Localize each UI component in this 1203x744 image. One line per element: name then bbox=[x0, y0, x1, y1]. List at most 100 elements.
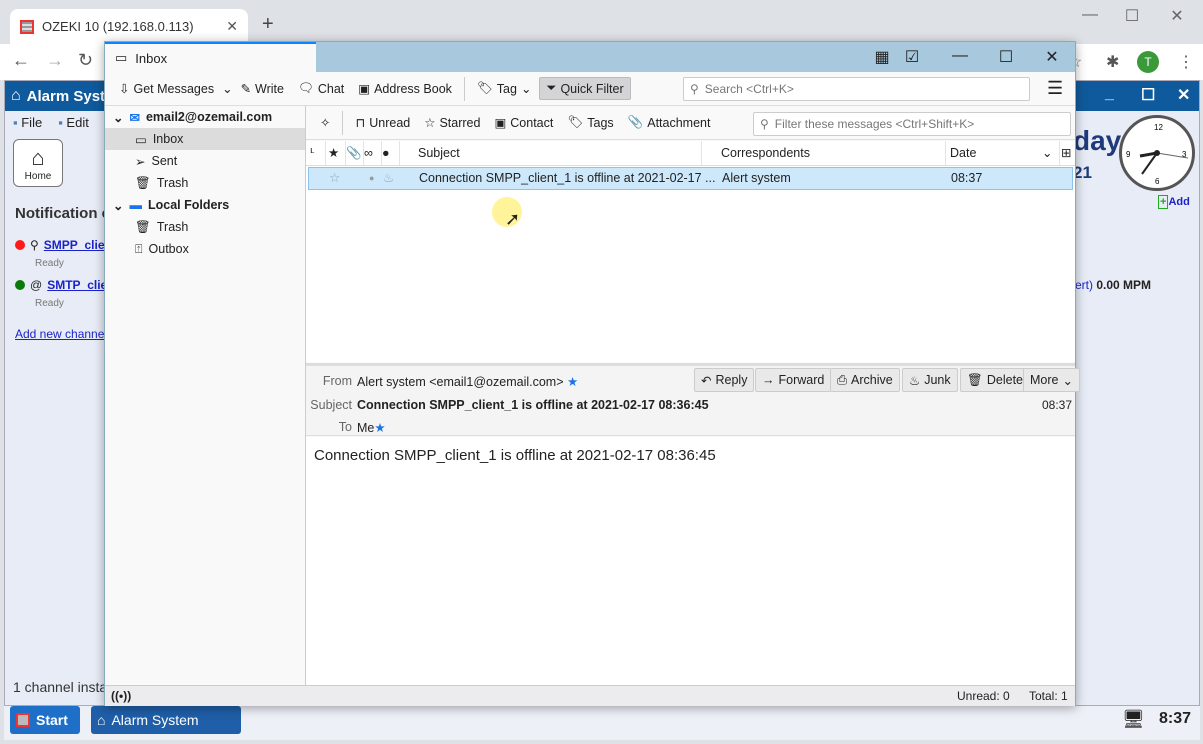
browser-minimize-button[interactable]: — bbox=[1078, 6, 1102, 24]
pin-icon: ✧ bbox=[320, 116, 331, 130]
menu-edit[interactable]: Edit bbox=[58, 115, 88, 130]
envelope-icon: ✉ bbox=[129, 110, 140, 125]
back-button[interactable]: ← bbox=[12, 50, 30, 71]
ozeki-maximize-button[interactable]: ☐ bbox=[1141, 85, 1155, 105]
browser-close-button[interactable]: ✕ bbox=[1165, 6, 1189, 26]
browser-maximize-button[interactable]: ☐ bbox=[1120, 6, 1144, 26]
svg-text:9: 9 bbox=[1126, 150, 1131, 159]
reply-button[interactable]: ↶ Reply bbox=[694, 368, 755, 392]
folder-icon: ▬ bbox=[129, 198, 142, 212]
filter-unread-button[interactable]: ⊓ Unread bbox=[349, 112, 416, 133]
more-button[interactable]: More ⌄ bbox=[1023, 368, 1080, 392]
extensions-icon[interactable]: ✱ bbox=[1106, 52, 1119, 72]
attachment-column-icon[interactable]: 📎 bbox=[346, 141, 364, 165]
get-messages-button[interactable]: ⇩ Get Messages bbox=[113, 78, 220, 99]
folder-inbox[interactable]: ▭ Inbox bbox=[105, 128, 305, 150]
folder-outbox[interactable]: ⍐ Outbox bbox=[105, 238, 305, 260]
write-button[interactable]: ✎ Write bbox=[235, 78, 290, 99]
ozeki-close-button[interactable]: ✕ bbox=[1177, 85, 1190, 105]
online-status-icon[interactable]: ((•)) bbox=[111, 689, 131, 703]
tag-button[interactable]: 🏷 Tag ⌄ bbox=[471, 78, 538, 99]
star-icon: ☆ bbox=[424, 116, 436, 130]
browser-menu-icon[interactable]: ⋮ bbox=[1178, 52, 1194, 72]
from-value[interactable]: Alert system <email1@ozemail.com> ★ bbox=[357, 374, 578, 389]
message-subject: Connection SMPP_client_1 is offline at 2… bbox=[419, 171, 716, 185]
read-column-icon[interactable]: ∞ bbox=[364, 141, 382, 165]
filter-tags-button[interactable]: 🏷 Tags bbox=[561, 112, 619, 133]
column-picker-icon[interactable]: ⊞ bbox=[1061, 141, 1071, 165]
starred-column-icon[interactable]: ★ bbox=[328, 141, 346, 165]
get-messages-dropdown-icon[interactable]: ⌄ bbox=[222, 81, 232, 96]
menu-file[interactable]: File bbox=[13, 115, 42, 130]
junk-column-icon[interactable]: ● bbox=[382, 141, 400, 165]
sticky-filter-button[interactable]: ✧ bbox=[314, 112, 336, 133]
subject-column-header[interactable]: Subject bbox=[418, 141, 702, 165]
filter-separator bbox=[342, 110, 344, 135]
tb-minimize-button[interactable]: — bbox=[948, 47, 972, 65]
new-tab-button[interactable]: + bbox=[262, 13, 274, 36]
filter-attachment-button[interactable]: 📎 Attachment bbox=[622, 112, 717, 133]
start-button[interactable]: Start bbox=[10, 706, 80, 734]
browser-tab-title: OZEKI 10 (192.168.0.113) bbox=[42, 19, 194, 34]
to-value[interactable]: Me★ bbox=[357, 420, 386, 435]
message-correspondent: Alert system bbox=[722, 171, 791, 185]
message-row[interactable]: ☆ ● ♨ Connection SMPP_client_1 is offlin… bbox=[308, 167, 1073, 190]
delete-button[interactable]: 🗑 Delete bbox=[960, 368, 1031, 392]
profile-avatar[interactable]: T bbox=[1137, 51, 1159, 73]
message-header-pane: From Alert system <email1@ozemail.com> ★… bbox=[306, 363, 1080, 436]
account-email2[interactable]: ⌄ ✉ email2@ozemail.com bbox=[105, 106, 305, 128]
tab-inbox-label: Inbox bbox=[135, 50, 168, 66]
inbox-icon: ▭ bbox=[135, 132, 147, 147]
weekday-text: day bbox=[1073, 125, 1122, 156]
folder-trash[interactable]: 🗑 Trash bbox=[105, 172, 305, 194]
message-date: 08:37 bbox=[951, 171, 983, 185]
tb-close-button[interactable]: ✕ bbox=[1040, 47, 1064, 67]
thunderbird-window: ▭ Inbox ▦ ☑ — ☐ ✕ ⇩ Get Messages ⌄ ✎ Write… bbox=[104, 41, 1080, 706]
archive-icon: ⎙ bbox=[837, 372, 848, 387]
thread-column-icon[interactable]: ᒻ bbox=[310, 141, 326, 165]
calendar-icon[interactable]: ▦ bbox=[870, 47, 894, 67]
contact-star-icon: ★ bbox=[567, 375, 579, 389]
tab-close-icon[interactable]: ✕ bbox=[226, 18, 238, 35]
app-menu-icon[interactable]: ☰ bbox=[1047, 78, 1063, 99]
monitor-icon[interactable]: 🖥 bbox=[1122, 709, 1145, 730]
folder-sent[interactable]: ➢ Sent bbox=[105, 150, 305, 172]
mouse-cursor-icon: ➚ bbox=[505, 209, 521, 229]
taskbar-alarm-system[interactable]: ⌂ Alarm System bbox=[91, 706, 241, 734]
alarm-house-icon: ⌂ bbox=[11, 87, 21, 104]
read-status-dot[interactable]: ● bbox=[369, 168, 374, 189]
global-search-input[interactable]: ⚲ Search <Ctrl+K> bbox=[683, 77, 1030, 101]
junk-flame-icon[interactable]: ♨ bbox=[383, 168, 394, 189]
filter-messages-input[interactable]: ⚲ Filter these messages <Ctrl+Shift+K> bbox=[753, 112, 1071, 136]
at-icon: @ bbox=[30, 278, 43, 292]
tab-inbox[interactable]: ▭ Inbox bbox=[105, 42, 316, 72]
chat-button[interactable]: 🗨 Chat bbox=[292, 78, 350, 99]
address-book-button[interactable]: ▣ Address Book bbox=[352, 78, 458, 99]
add-link[interactable]: + Add bbox=[1158, 195, 1190, 209]
tasks-icon[interactable]: ☑ bbox=[900, 47, 924, 67]
archive-button[interactable]: ⎙ Archive bbox=[830, 368, 900, 392]
filter-starred-button[interactable]: ☆ Starred bbox=[418, 112, 486, 133]
svg-text:12: 12 bbox=[1154, 123, 1163, 132]
junk-button[interactable]: ♨ Junk bbox=[902, 368, 958, 392]
folder-local-trash[interactable]: 🗑 Trash bbox=[105, 216, 305, 238]
date-column-header[interactable]: Date ⌄ bbox=[950, 141, 1060, 165]
browser-tab[interactable]: OZEKI 10 (192.168.0.113) ✕ bbox=[10, 9, 248, 44]
home-button[interactable]: ⌂ Home bbox=[13, 139, 63, 187]
download-icon: ⇩ bbox=[119, 82, 130, 96]
subject-value: Connection SMPP_client_1 is offline at 2… bbox=[357, 398, 709, 412]
ozeki-start-icon bbox=[16, 713, 30, 727]
star-icon[interactable]: ☆ bbox=[329, 168, 340, 189]
analog-clock: 12 3 6 9 bbox=[1119, 115, 1195, 191]
forward-button[interactable]: → Forward bbox=[755, 368, 832, 392]
forward-button[interactable]: → bbox=[46, 50, 64, 71]
reload-button[interactable]: ↻ bbox=[78, 50, 93, 71]
ozeki-minimize-button[interactable]: _ bbox=[1105, 85, 1114, 103]
trash-icon: 🗑 bbox=[135, 219, 151, 234]
account-local-folders[interactable]: ⌄ ▬ Local Folders bbox=[105, 194, 305, 216]
quick-filter-button[interactable]: ⏷ Quick Filter bbox=[539, 77, 631, 100]
filter-contact-button[interactable]: ▣ Contact bbox=[488, 112, 559, 133]
correspondents-column-header[interactable]: Correspondents bbox=[721, 141, 946, 165]
tb-maximize-button[interactable]: ☐ bbox=[994, 47, 1018, 67]
add-new-channel-link[interactable]: Add new channel bbox=[15, 327, 107, 341]
